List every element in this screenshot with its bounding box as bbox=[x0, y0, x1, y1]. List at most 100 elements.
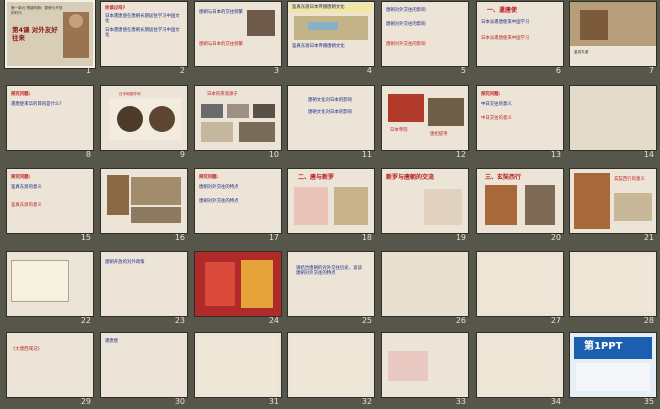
slide-canvas[interactable] bbox=[477, 333, 563, 397]
slide-text: 唐朝开放的对外政策 bbox=[105, 260, 145, 265]
slide-text: 日本派遣唐使来中国学习 bbox=[481, 36, 530, 41]
slide-canvas[interactable]: 唐朝对外交往的影响 唐朝对外交往的影响 唐朝对外交往的影响 bbox=[382, 2, 468, 66]
photo-image bbox=[239, 122, 275, 142]
slide-thumbnail-13[interactable]: 探究问题: 中日交往的意义 中日交往的意义 13 bbox=[477, 86, 563, 160]
slide-thumbnail-16[interactable]: 16 bbox=[101, 169, 187, 243]
slide-canvas[interactable]: 日本的茶道源于 bbox=[195, 86, 281, 150]
slide-thumbnail-5[interactable]: 唐朝对外交往的影响 唐朝对外交往的影响 唐朝对外交往的影响 5 bbox=[382, 2, 468, 76]
slide-canvas[interactable]: 唐朝与日本的交往频繁 唐朝与日本的交往频繁 bbox=[195, 2, 281, 66]
slide-thumbnail-9[interactable]: 日本和铜开珎 9 bbox=[101, 86, 187, 160]
painting-image bbox=[131, 177, 181, 205]
slide-thumbnail-24[interactable]: 24 bbox=[195, 252, 281, 326]
slide-thumbnail-22[interactable]: 22 bbox=[7, 252, 93, 326]
slide-thumbnail-31[interactable]: 31 bbox=[195, 333, 281, 407]
slide-canvas[interactable] bbox=[477, 252, 563, 316]
slide-canvas[interactable]: 探究问题: 中日交往的意义 中日交往的意义 bbox=[477, 86, 563, 150]
slide-thumbnail-27[interactable]: 27 bbox=[477, 252, 563, 326]
slide-thumbnail-12[interactable]: 日本寺院 唐招提寺 12 bbox=[382, 86, 468, 160]
slide-text: 唐朝文化对日本的影响 bbox=[308, 98, 352, 103]
street-photo bbox=[241, 260, 273, 308]
scene-image bbox=[614, 193, 652, 221]
figure-image bbox=[525, 185, 555, 225]
slide-canvas[interactable]: 请结合唐朝的对外交往历史，谈谈唐朝对外交往的特点 bbox=[288, 252, 374, 316]
slide-thumbnail-7[interactable]: 鉴真东渡 7 bbox=[570, 2, 656, 76]
slide-thumbnail-17[interactable]: 探究问题: 唐朝对外交往的特点 唐朝对外交往的特点 17 bbox=[195, 169, 281, 243]
slide-thumbnail-2[interactable]: 你读过吗? 日本遣唐使在唐朝长期居住学习中国文化 日本遣唐使在唐朝长期居住学习中国文… bbox=[101, 2, 187, 76]
slide-thumbnail-25[interactable]: 请结合唐朝的对外交往历史，谈谈唐朝对外交往的特点 25 bbox=[288, 252, 374, 326]
slide-canvas[interactable] bbox=[7, 252, 93, 316]
slide-canvas[interactable]: 探究问题: 唐朝对外交往的特点 唐朝对外交往的特点 bbox=[195, 169, 281, 233]
slide-thumbnail-11[interactable]: 唐朝文化对日本的影响 唐朝文化对日本的影响 11 bbox=[288, 86, 374, 160]
slide-thumbnail-19[interactable]: 新罗与唐朝的交流 19 bbox=[382, 169, 468, 243]
slide-thumbnail-6[interactable]: 一、遣唐使 日本派遣唐使来中国学习 日本派遣唐使来中国学习 6 bbox=[477, 2, 563, 76]
slide-canvas[interactable]: 遣唐使 bbox=[101, 333, 187, 397]
slide-number: 23 bbox=[174, 316, 185, 325]
slide-thumbnail-23[interactable]: 唐朝开放的对外政策 23 bbox=[101, 252, 187, 326]
slide-canvas[interactable] bbox=[288, 333, 374, 397]
slide-number: 7 bbox=[648, 66, 654, 75]
slide-thumbnail-14[interactable]: 14 bbox=[570, 86, 656, 160]
photo-image bbox=[201, 122, 233, 142]
slide-canvas[interactable]: 日本和铜开珎 bbox=[101, 86, 187, 150]
slide-text: 日本和铜开珎 bbox=[119, 92, 141, 96]
slide-number: 6 bbox=[555, 66, 561, 75]
slide-thumbnail-18[interactable]: 二、唐与新罗 18 bbox=[288, 169, 374, 243]
slide-text: 鉴真东渡日本传播唐朝文化 bbox=[292, 5, 345, 10]
slide-thumbnail-28[interactable]: 28 bbox=[570, 252, 656, 326]
temple-image bbox=[388, 94, 424, 122]
slide-number: 1 bbox=[85, 66, 91, 75]
brand-logo-text: 第1PPT bbox=[584, 341, 623, 352]
slide-number: 5 bbox=[460, 66, 466, 75]
painting-image bbox=[294, 187, 328, 225]
slide-canvas[interactable]: 日本寺院 唐招提寺 bbox=[382, 86, 468, 150]
slide-thumbnail-1[interactable]: 第一单元 隋唐时期：繁荣与开放的时代 第4课 对外友好往来 1 bbox=[7, 2, 93, 76]
slide-canvas[interactable] bbox=[570, 252, 656, 316]
slide-thumbnail-30[interactable]: 遣唐使 30 bbox=[101, 333, 187, 407]
photo-image bbox=[227, 104, 249, 118]
slide-thumbnail-35[interactable]: 第1PPT 35 bbox=[570, 333, 656, 407]
slide-canvas[interactable]: 唐朝开放的对外政策 bbox=[101, 252, 187, 316]
slide-canvas[interactable]: 新罗与唐朝的交流 bbox=[382, 169, 468, 233]
slide-canvas[interactable] bbox=[195, 252, 281, 316]
slide-canvas[interactable]: 三、玄奘西行 bbox=[477, 169, 563, 233]
slide-text: 中日交往的意义 bbox=[481, 102, 512, 107]
slide-thumbnail-8[interactable]: 探究问题: 遣唐使来华的目的是什么？ 8 bbox=[7, 86, 93, 160]
slide-thumbnail-32[interactable]: 32 bbox=[288, 333, 374, 407]
slide-canvas[interactable]: 鉴真东渡日本传播唐朝文化 鉴真东渡日本传播唐朝文化 bbox=[288, 2, 374, 66]
slide-canvas[interactable]: 《大唐西域记》 bbox=[7, 333, 93, 397]
slide-text: 中日交往的意义 bbox=[481, 116, 512, 121]
slide-canvas[interactable]: 唐朝文化对日本的影响 唐朝文化对日本的影响 bbox=[288, 86, 374, 150]
slide-thumbnail-15[interactable]: 探究问题: 鉴真东渡的意义 鉴真东渡的意义 15 bbox=[7, 169, 93, 243]
slide-thumbnail-3[interactable]: 唐朝与日本的交往频繁 唐朝与日本的交往频繁 3 bbox=[195, 2, 281, 76]
slide-number: 32 bbox=[361, 397, 372, 406]
slide-text: 唐朝对外交往的特点 bbox=[199, 185, 239, 190]
slide-number: 28 bbox=[643, 316, 654, 325]
slide-thumbnail-10[interactable]: 日本的茶道源于 10 bbox=[195, 86, 281, 160]
slide-text: 玄奘西行的意义 bbox=[614, 177, 645, 182]
slide-number: 20 bbox=[550, 233, 561, 242]
slide-thumbnail-29[interactable]: 《大唐西域记》 29 bbox=[7, 333, 93, 407]
slide-canvas[interactable] bbox=[382, 333, 468, 397]
slide-canvas[interactable]: 探究问题: 遣唐使来华的目的是什么？ bbox=[7, 86, 93, 150]
slide-thumbnail-4[interactable]: 鉴真东渡日本传播唐朝文化 鉴真东渡日本传播唐朝文化 4 bbox=[288, 2, 374, 76]
slide-thumbnail-26[interactable]: 26 bbox=[382, 252, 468, 326]
slide-canvas[interactable] bbox=[570, 86, 656, 150]
slide-canvas[interactable]: 第一单元 隋唐时期：繁荣与开放的时代 第4课 对外友好往来 bbox=[7, 2, 93, 66]
slide-thumbnail-20[interactable]: 三、玄奘西行 20 bbox=[477, 169, 563, 243]
slide-canvas[interactable] bbox=[101, 169, 187, 233]
slide-canvas[interactable]: 玄奘西行的意义 bbox=[570, 169, 656, 233]
slide-canvas[interactable] bbox=[382, 252, 468, 316]
slide-thumbnail-21[interactable]: 玄奘西行的意义 21 bbox=[570, 169, 656, 243]
slide-canvas[interactable] bbox=[195, 333, 281, 397]
slide-canvas[interactable]: 探究问题: 鉴真东渡的意义 鉴真东渡的意义 bbox=[7, 169, 93, 233]
slide-thumbnail-33[interactable]: 33 bbox=[382, 333, 468, 407]
slide-canvas[interactable]: 第1PPT bbox=[570, 333, 656, 397]
slide-number: 31 bbox=[268, 397, 279, 406]
slide-canvas[interactable]: 你读过吗? 日本遣唐使在唐朝长期居住学习中国文化 日本遣唐使在唐朝长期居住学习中国文… bbox=[101, 2, 187, 66]
slide-canvas[interactable]: 鉴真东渡 bbox=[570, 2, 656, 66]
slide-canvas[interactable]: 一、遣唐使 日本派遣唐使来中国学习 日本派遣唐使来中国学习 bbox=[477, 2, 563, 66]
slide-thumbnail-34[interactable]: 34 bbox=[477, 333, 563, 407]
slide-canvas[interactable]: 二、唐与新罗 bbox=[288, 169, 374, 233]
slide-text: 唐朝对外交往的影响 bbox=[386, 22, 426, 27]
slide-title: 二、唐与新罗 bbox=[298, 174, 335, 181]
